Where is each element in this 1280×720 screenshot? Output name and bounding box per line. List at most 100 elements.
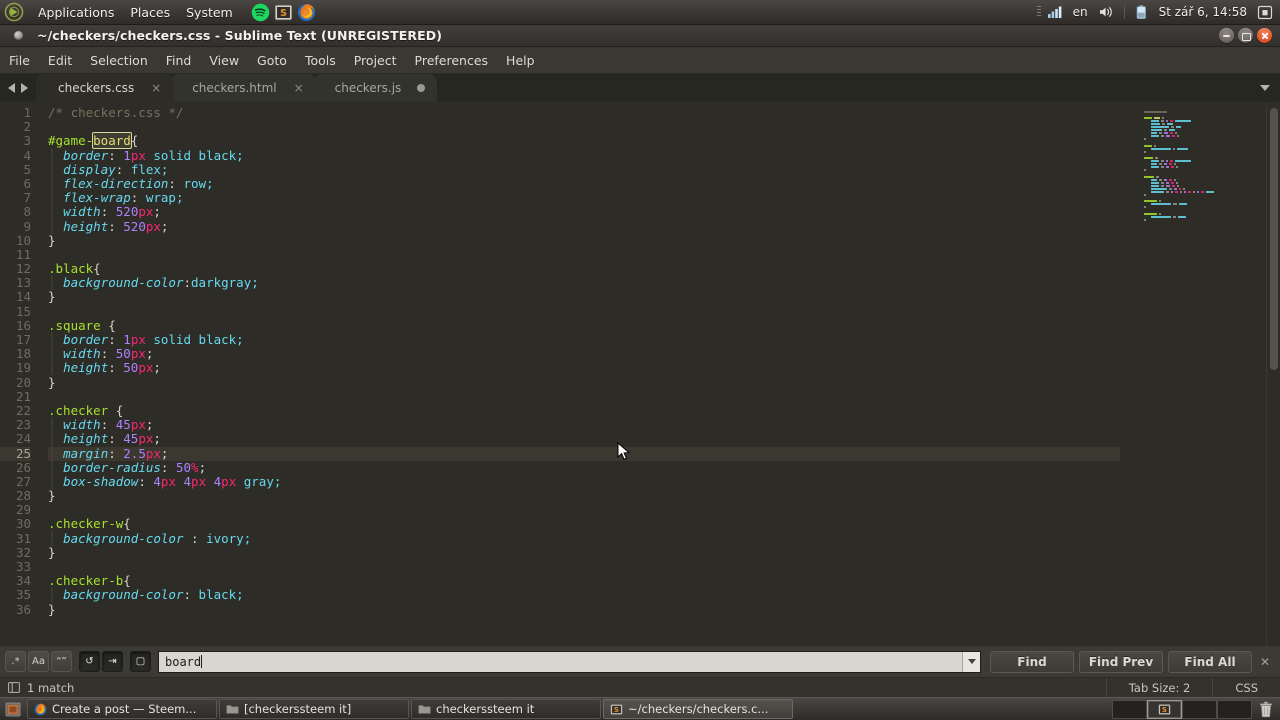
code-line[interactable]: .checker-b{	[48, 574, 1120, 588]
code-line[interactable]: │ flex-wrap: wrap;	[48, 191, 1120, 205]
workspace-3[interactable]	[1182, 699, 1217, 719]
taskbar-item-sublime-text[interactable]: S ~/checkers/checkers.c...	[603, 699, 793, 719]
code-line[interactable]: }	[48, 545, 1120, 560]
menu-selection[interactable]: Selection	[81, 47, 157, 74]
panel-menu-system[interactable]: System	[178, 0, 241, 25]
ubuntu-logo-icon[interactable]	[3, 1, 25, 23]
tab-checkers-css[interactable]: checkers.css ×	[36, 74, 175, 102]
network-signal-icon[interactable]	[1043, 0, 1067, 25]
taskbar-item-firefox-post[interactable]: Create a post — Steem...	[27, 699, 217, 719]
tab-close-icon[interactable]: ×	[293, 82, 305, 94]
workspace-4[interactable]	[1217, 699, 1252, 719]
code-line[interactable]	[48, 305, 1120, 319]
minimize-button[interactable]	[1219, 28, 1234, 43]
arrow-left-icon[interactable]	[8, 83, 15, 93]
code-line[interactable]: │ background-color : ivory;	[48, 531, 1120, 546]
code-line[interactable]	[48, 248, 1120, 262]
tab-size-indicator[interactable]: Tab Size: 2	[1105, 678, 1213, 697]
editor-viewport[interactable]: 1 2 3 4 5 6 7 8 9 10 11 12 13 14 15 16 17 18 19 20 21 22 23 24 2…	[0, 102, 1280, 645]
session-indicator-icon[interactable]	[1253, 0, 1277, 25]
window-menu-icon[interactable]	[14, 31, 23, 40]
taskbar-item-checkers-folder-1[interactable]: [checkerssteem it]	[219, 699, 409, 719]
code-line[interactable]: #game-board{	[48, 132, 1120, 150]
code-line[interactable]: │ border-radius: 50%;	[48, 460, 1120, 475]
code-line[interactable]	[48, 390, 1120, 404]
menu-find[interactable]: Find	[157, 47, 201, 74]
code-content[interactable]: /* checkers.css */#game-board{│ border: …	[40, 105, 1120, 645]
clock-date[interactable]: St zář 6, 14:58	[1155, 0, 1251, 25]
vertical-scrollbar[interactable]	[1266, 102, 1280, 645]
code-line[interactable]: .black{	[48, 261, 1120, 276]
menu-tools[interactable]: Tools	[296, 47, 345, 74]
spotify-icon[interactable]	[251, 3, 270, 22]
menu-help[interactable]: Help	[497, 47, 544, 74]
arrow-right-icon[interactable]	[21, 83, 28, 93]
code-line[interactable]: .checker {	[48, 403, 1120, 418]
code-line[interactable]	[48, 560, 1120, 574]
sidebar-toggle-icon[interactable]	[8, 682, 20, 693]
panel-menu-places[interactable]: Places	[122, 0, 178, 25]
code-line[interactable]: │ height: 45px;	[48, 432, 1120, 446]
code-line[interactable]: │ height: 520px;	[48, 219, 1120, 234]
menu-edit[interactable]: Edit	[39, 47, 81, 74]
code-line[interactable]: }	[48, 233, 1120, 248]
search-history-dropdown[interactable]	[962, 651, 980, 672]
unsaved-changes-icon[interactable]	[417, 84, 426, 92]
code-line[interactable]: │ width: 520px;	[48, 205, 1120, 219]
tab-close-icon[interactable]: ×	[150, 82, 162, 94]
menu-file[interactable]: File	[0, 47, 39, 74]
highlight-results-toggle[interactable]: ▢	[130, 651, 151, 672]
code-line[interactable]: │ flex-direction: row;	[48, 176, 1120, 191]
tray-grip-handle[interactable]	[1036, 6, 1041, 18]
code-area[interactable]: 1 2 3 4 5 6 7 8 9 10 11 12 13 14 15 16 17 18 19 20 21 22 23 24 2…	[0, 102, 1120, 645]
code-line[interactable]: }	[48, 602, 1120, 617]
workspace-2[interactable]: S	[1147, 699, 1182, 719]
minimap[interactable]	[1120, 102, 1266, 645]
wrap-toggle[interactable]: ↺	[79, 651, 100, 672]
panel-menu-applications[interactable]: Applications	[30, 0, 122, 25]
code-line[interactable]: │ margin: 2.5px;	[48, 446, 1120, 461]
find-prev-button[interactable]: Find Prev	[1079, 650, 1163, 673]
menu-view[interactable]: View	[200, 47, 248, 74]
close-button[interactable]	[1257, 28, 1272, 43]
find-all-button[interactable]: Find All	[1168, 650, 1252, 673]
show-desktop-icon[interactable]	[2, 700, 24, 719]
regex-toggle[interactable]: .*	[5, 651, 26, 672]
window-titlebar[interactable]: ~/checkers/checkers.css - Sublime Text (…	[0, 25, 1280, 47]
code-line[interactable]: }	[48, 488, 1120, 503]
menu-preferences[interactable]: Preferences	[406, 47, 498, 74]
chevron-down-icon[interactable]	[1260, 85, 1270, 91]
code-line[interactable]: │ height: 50px;	[48, 361, 1120, 375]
code-line[interactable]: │ background-color:darkgray;	[48, 276, 1120, 290]
find-button[interactable]: Find	[990, 650, 1074, 673]
sublime-text-icon[interactable]: S	[274, 3, 293, 22]
code-line[interactable]: │ width: 45px;	[48, 418, 1120, 432]
code-line[interactable]: │ background-color: black;	[48, 588, 1120, 602]
battery-icon[interactable]	[1130, 0, 1153, 25]
whole-word-toggle[interactable]: “”	[51, 651, 72, 672]
code-line[interactable]: .square {	[48, 318, 1120, 333]
code-line[interactable]: }	[48, 375, 1120, 390]
workspace-1[interactable]	[1112, 699, 1147, 719]
code-line[interactable]: │ width: 50px;	[48, 347, 1120, 361]
close-find-bar-icon[interactable]: ✕	[1256, 651, 1274, 673]
menu-goto[interactable]: Goto	[248, 47, 296, 74]
search-input[interactable]: board	[158, 650, 981, 673]
maximize-button[interactable]	[1238, 28, 1253, 43]
tab-checkers-js[interactable]: checkers.js	[312, 74, 438, 102]
code-line[interactable]: /* checkers.css */	[48, 105, 1120, 120]
code-line[interactable]	[48, 503, 1120, 517]
tab-checkers-html[interactable]: checkers.html ×	[170, 74, 317, 102]
tab-overflow-menu[interactable]	[1250, 74, 1280, 102]
code-line[interactable]: │ border: 1px solid black;	[48, 332, 1120, 347]
volume-icon[interactable]	[1094, 0, 1119, 25]
firefox-icon[interactable]	[297, 3, 316, 22]
menu-project[interactable]: Project	[345, 47, 406, 74]
code-line[interactable]: .checker-w{	[48, 517, 1120, 531]
taskbar-item-checkers-folder-2[interactable]: checkerssteem it	[411, 699, 601, 719]
syntax-indicator[interactable]: CSS	[1212, 678, 1280, 697]
code-line[interactable]: │ display: flex;	[48, 162, 1120, 177]
code-line[interactable]: }	[48, 290, 1120, 304]
code-line[interactable]: │ border: 1px solid black;	[48, 148, 1120, 163]
code-line[interactable]: │ box-shadow: 4px 4px 4px gray;	[48, 474, 1120, 489]
